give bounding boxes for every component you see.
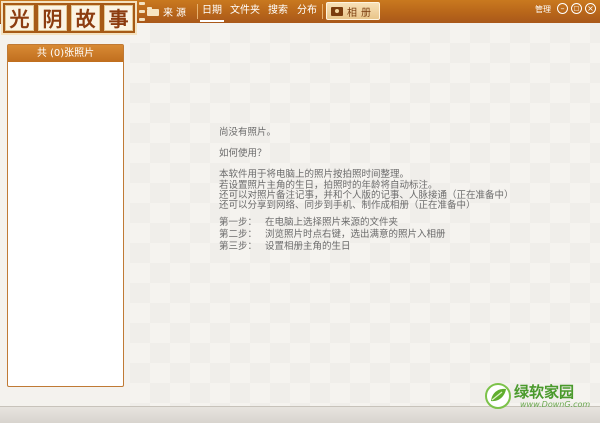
photo-count-header: 共 (0)张照片	[8, 45, 123, 62]
site-watermark: 绿软家园 www.DownG.com	[484, 380, 596, 414]
manage-link[interactable]: 管理	[535, 4, 551, 15]
photo-list-panel[interactable]: 共 (0)张照片	[7, 44, 124, 387]
step-row: 第一步： 在电脑上选择照片来源的文件夹	[219, 214, 446, 228]
tab-distribution[interactable]: 分布	[296, 2, 318, 20]
leaf-logo-icon	[485, 383, 511, 409]
camera-icon	[331, 6, 343, 16]
close-button[interactable]: ×	[585, 3, 596, 14]
watermark-url: www.DownG.com	[520, 400, 591, 409]
step-row: 第二步： 浏览照片时点右键，选出满意的照片入相册	[219, 226, 446, 240]
logo-char: 故	[71, 5, 100, 31]
album-tab-label: 相册	[347, 7, 375, 19]
steps-list: 第一步： 在电脑上选择照片来源的文件夹 第二步： 浏览照片时点右键，选出满意的照片入…	[219, 214, 446, 252]
tab-folder[interactable]: 文件夹	[229, 2, 261, 20]
app-logo: 光 阴 故 事	[1, 1, 137, 35]
source-tab[interactable]: 来源	[147, 3, 195, 20]
tab-divider	[322, 4, 323, 19]
folder-icon	[147, 7, 159, 16]
step-label: 第三步：	[219, 241, 258, 252]
watermark-title: 绿软家园	[514, 383, 575, 401]
step-text: 设置相册主角的生日	[265, 241, 351, 252]
tab-date[interactable]: 日期	[200, 2, 224, 22]
minimize-button[interactable]: –	[557, 3, 568, 14]
tab-search[interactable]: 搜索	[267, 2, 289, 20]
source-tab-label: 来源	[163, 8, 189, 19]
intro-line: 还可以分享到网络、同步到手机、制作成相册（正在准备中）	[219, 200, 476, 211]
tab-divider	[197, 4, 198, 19]
empty-message: 尚没有照片。	[219, 127, 277, 138]
logo-char: 光	[5, 5, 34, 31]
how-to-use-heading: 如何使用？	[219, 148, 267, 159]
logo-char: 事	[104, 5, 133, 31]
album-tab[interactable]: 相册	[326, 2, 380, 20]
maximize-button[interactable]: □	[571, 3, 582, 14]
logo-char: 阴	[38, 5, 67, 31]
